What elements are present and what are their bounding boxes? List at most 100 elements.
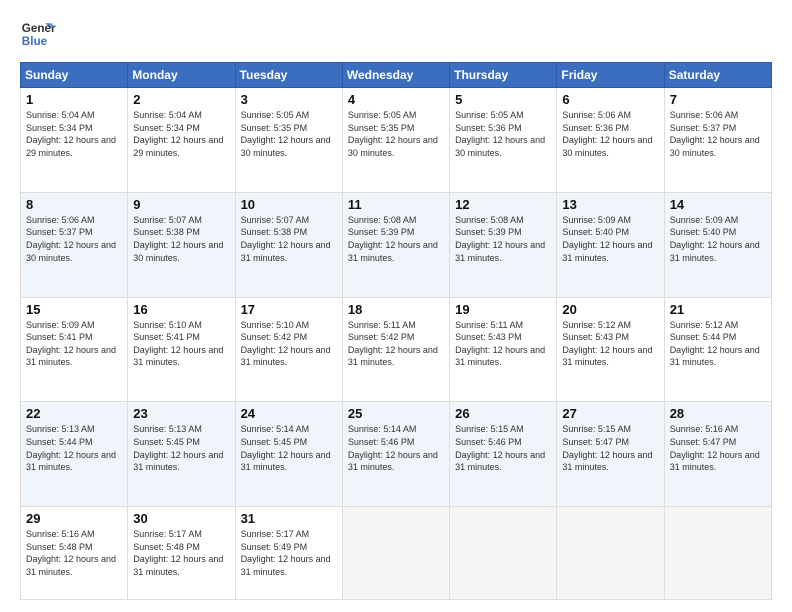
- calendar-day-cell: 14 Sunrise: 5:09 AMSunset: 5:40 PMDayligh…: [664, 192, 771, 297]
- day-number: 13: [562, 197, 658, 212]
- calendar-day-cell: 2 Sunrise: 5:04 AMSunset: 5:34 PMDaylight…: [128, 88, 235, 193]
- day-number: 20: [562, 302, 658, 317]
- day-number: 5: [455, 92, 551, 107]
- day-info: Sunrise: 5:16 AMSunset: 5:48 PMDaylight:…: [26, 528, 122, 578]
- calendar-day-cell: 23 Sunrise: 5:13 AMSunset: 5:45 PMDayligh…: [128, 402, 235, 507]
- day-info: Sunrise: 5:09 AMSunset: 5:40 PMDaylight:…: [670, 214, 766, 264]
- calendar-day-cell: 1 Sunrise: 5:04 AMSunset: 5:34 PMDaylight…: [21, 88, 128, 193]
- day-info: Sunrise: 5:08 AMSunset: 5:39 PMDaylight:…: [455, 214, 551, 264]
- calendar-empty-cell: [450, 507, 557, 600]
- calendar-day-cell: 3 Sunrise: 5:05 AMSunset: 5:35 PMDaylight…: [235, 88, 342, 193]
- day-info: Sunrise: 5:05 AMSunset: 5:35 PMDaylight:…: [241, 109, 337, 159]
- calendar-day-cell: 11 Sunrise: 5:08 AMSunset: 5:39 PMDayligh…: [342, 192, 449, 297]
- logo: General Blue: [20, 16, 56, 52]
- calendar-week-row: 15 Sunrise: 5:09 AMSunset: 5:41 PMDayligh…: [21, 297, 772, 402]
- day-number: 7: [670, 92, 766, 107]
- calendar-day-cell: 8 Sunrise: 5:06 AMSunset: 5:37 PMDaylight…: [21, 192, 128, 297]
- day-number: 19: [455, 302, 551, 317]
- calendar-day-cell: 29 Sunrise: 5:16 AMSunset: 5:48 PMDayligh…: [21, 507, 128, 600]
- calendar-day-cell: 5 Sunrise: 5:05 AMSunset: 5:36 PMDaylight…: [450, 88, 557, 193]
- day-info: Sunrise: 5:10 AMSunset: 5:42 PMDaylight:…: [241, 319, 337, 369]
- calendar-day-cell: 16Sunrise: 5:10 AMSunset: 5:41 PMDayligh…: [128, 297, 235, 402]
- day-number: 9: [133, 197, 229, 212]
- day-number: 11: [348, 197, 444, 212]
- day-info: Sunrise: 5:10 AMSunset: 5:41 PMDaylight:…: [133, 319, 229, 369]
- col-header-tuesday: Tuesday: [235, 63, 342, 88]
- calendar-empty-cell: [557, 507, 664, 600]
- calendar-week-row: 22 Sunrise: 5:13 AMSunset: 5:44 PMDayligh…: [21, 402, 772, 507]
- day-info: Sunrise: 5:06 AMSunset: 5:36 PMDaylight:…: [562, 109, 658, 159]
- calendar-week-row: 1 Sunrise: 5:04 AMSunset: 5:34 PMDaylight…: [21, 88, 772, 193]
- day-info: Sunrise: 5:07 AMSunset: 5:38 PMDaylight:…: [241, 214, 337, 264]
- day-number: 23: [133, 406, 229, 421]
- day-number: 12: [455, 197, 551, 212]
- day-number: 17: [241, 302, 337, 317]
- day-number: 29: [26, 511, 122, 526]
- col-header-friday: Friday: [557, 63, 664, 88]
- day-info: Sunrise: 5:16 AMSunset: 5:47 PMDaylight:…: [670, 423, 766, 473]
- day-info: Sunrise: 5:05 AMSunset: 5:36 PMDaylight:…: [455, 109, 551, 159]
- day-number: 26: [455, 406, 551, 421]
- col-header-wednesday: Wednesday: [342, 63, 449, 88]
- day-info: Sunrise: 5:15 AMSunset: 5:46 PMDaylight:…: [455, 423, 551, 473]
- day-number: 4: [348, 92, 444, 107]
- calendar-day-cell: 12 Sunrise: 5:08 AMSunset: 5:39 PMDayligh…: [450, 192, 557, 297]
- calendar-day-cell: 28 Sunrise: 5:16 AMSunset: 5:47 PMDayligh…: [664, 402, 771, 507]
- day-number: 6: [562, 92, 658, 107]
- calendar-day-cell: 22 Sunrise: 5:13 AMSunset: 5:44 PMDayligh…: [21, 402, 128, 507]
- day-info: Sunrise: 5:04 AMSunset: 5:34 PMDaylight:…: [26, 109, 122, 159]
- calendar-week-row: 29 Sunrise: 5:16 AMSunset: 5:48 PMDayligh…: [21, 507, 772, 600]
- day-info: Sunrise: 5:11 AMSunset: 5:42 PMDaylight:…: [348, 319, 444, 369]
- calendar-day-cell: 25 Sunrise: 5:14 AMSunset: 5:46 PMDayligh…: [342, 402, 449, 507]
- col-header-monday: Monday: [128, 63, 235, 88]
- day-info: Sunrise: 5:09 AMSunset: 5:41 PMDaylight:…: [26, 319, 122, 369]
- day-info: Sunrise: 5:09 AMSunset: 5:40 PMDaylight:…: [562, 214, 658, 264]
- day-info: Sunrise: 5:06 AMSunset: 5:37 PMDaylight:…: [26, 214, 122, 264]
- calendar-day-cell: 18 Sunrise: 5:11 AMSunset: 5:42 PMDayligh…: [342, 297, 449, 402]
- day-info: Sunrise: 5:04 AMSunset: 5:34 PMDaylight:…: [133, 109, 229, 159]
- calendar-day-cell: 4 Sunrise: 5:05 AMSunset: 5:35 PMDaylight…: [342, 88, 449, 193]
- calendar-day-cell: 9 Sunrise: 5:07 AMSunset: 5:38 PMDaylight…: [128, 192, 235, 297]
- day-number: 14: [670, 197, 766, 212]
- header: General Blue: [20, 16, 772, 52]
- day-number: 8: [26, 197, 122, 212]
- day-number: 15: [26, 302, 122, 317]
- calendar-day-cell: 27Sunrise: 5:15 AMSunset: 5:47 PMDayligh…: [557, 402, 664, 507]
- calendar-day-cell: 10 Sunrise: 5:07 AMSunset: 5:38 PMDayligh…: [235, 192, 342, 297]
- day-info: Sunrise: 5:13 AMSunset: 5:44 PMDaylight:…: [26, 423, 122, 473]
- day-info: Sunrise: 5:12 AMSunset: 5:43 PMDaylight:…: [562, 319, 658, 369]
- day-info: Sunrise: 5:07 AMSunset: 5:38 PMDaylight:…: [133, 214, 229, 264]
- day-number: 21: [670, 302, 766, 317]
- day-info: Sunrise: 5:17 AMSunset: 5:48 PMDaylight:…: [133, 528, 229, 578]
- calendar-day-cell: 26 Sunrise: 5:15 AMSunset: 5:46 PMDayligh…: [450, 402, 557, 507]
- day-number: 3: [241, 92, 337, 107]
- day-info: Sunrise: 5:15 AMSunset: 5:47 PMDaylight:…: [562, 423, 658, 473]
- day-number: 28: [670, 406, 766, 421]
- day-number: 25: [348, 406, 444, 421]
- day-number: 24: [241, 406, 337, 421]
- day-info: Sunrise: 5:14 AMSunset: 5:45 PMDaylight:…: [241, 423, 337, 473]
- calendar-day-cell: 15 Sunrise: 5:09 AMSunset: 5:41 PMDayligh…: [21, 297, 128, 402]
- day-info: Sunrise: 5:08 AMSunset: 5:39 PMDaylight:…: [348, 214, 444, 264]
- day-number: 10: [241, 197, 337, 212]
- day-number: 22: [26, 406, 122, 421]
- calendar-day-cell: 31Sunrise: 5:17 AMSunset: 5:49 PMDayligh…: [235, 507, 342, 600]
- day-number: 18: [348, 302, 444, 317]
- day-number: 30: [133, 511, 229, 526]
- day-number: 1: [26, 92, 122, 107]
- calendar-day-cell: 17 Sunrise: 5:10 AMSunset: 5:42 PMDayligh…: [235, 297, 342, 402]
- day-info: Sunrise: 5:12 AMSunset: 5:44 PMDaylight:…: [670, 319, 766, 369]
- calendar-table: SundayMondayTuesdayWednesdayThursdayFrid…: [20, 62, 772, 600]
- calendar-day-cell: 19Sunrise: 5:11 AMSunset: 5:43 PMDayligh…: [450, 297, 557, 402]
- col-header-thursday: Thursday: [450, 63, 557, 88]
- day-info: Sunrise: 5:17 AMSunset: 5:49 PMDaylight:…: [241, 528, 337, 578]
- day-number: 2: [133, 92, 229, 107]
- page: General Blue SundayMondayTuesdayWednesda…: [0, 0, 792, 612]
- calendar-day-cell: 21 Sunrise: 5:12 AMSunset: 5:44 PMDayligh…: [664, 297, 771, 402]
- day-info: Sunrise: 5:14 AMSunset: 5:46 PMDaylight:…: [348, 423, 444, 473]
- day-info: Sunrise: 5:13 AMSunset: 5:45 PMDaylight:…: [133, 423, 229, 473]
- day-info: Sunrise: 5:05 AMSunset: 5:35 PMDaylight:…: [348, 109, 444, 159]
- day-info: Sunrise: 5:06 AMSunset: 5:37 PMDaylight:…: [670, 109, 766, 159]
- svg-text:Blue: Blue: [22, 35, 48, 48]
- calendar-day-cell: 20 Sunrise: 5:12 AMSunset: 5:43 PMDayligh…: [557, 297, 664, 402]
